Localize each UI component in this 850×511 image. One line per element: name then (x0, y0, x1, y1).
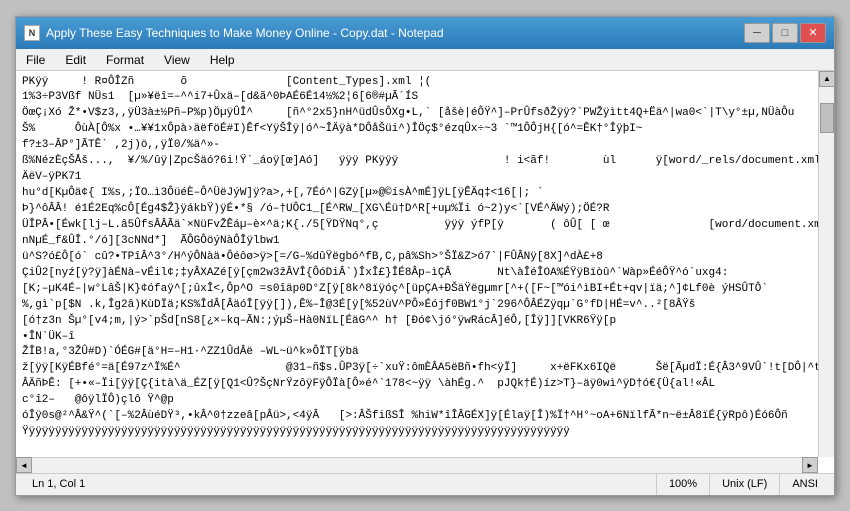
scroll-left-button[interactable]: ◄ (16, 457, 32, 473)
horizontal-scrollbar[interactable]: ◄ ► (16, 457, 818, 473)
status-bar: Ln 1, Col 1 100% Unix (LF) ANSI (16, 473, 834, 495)
line-ending: Unix (LF) (722, 478, 767, 490)
zoom-level: 100% (669, 478, 697, 490)
menu-help[interactable]: Help (200, 51, 245, 68)
scroll-thumb-vertical[interactable] (820, 103, 834, 133)
scroll-right-button[interactable]: ► (802, 457, 818, 473)
cursor-position: Ln 1, Col 1 (32, 478, 85, 490)
minimize-button[interactable]: ─ (744, 23, 770, 43)
menu-bar: File Edit Format View Help (16, 49, 834, 71)
app-icon: N (24, 25, 40, 41)
content-area: PKÿÿ ! R¤ÔÎZñ õ [Content_Types].xml ¦( 1… (16, 71, 834, 473)
menu-edit[interactable]: Edit (55, 51, 96, 68)
text-editor[interactable]: PKÿÿ ! R¤ÔÎZñ õ [Content_Types].xml ¦( 1… (16, 71, 834, 473)
encoding: ANSI (792, 478, 818, 490)
vertical-scrollbar[interactable]: ▲ (818, 71, 834, 457)
main-window: N Apply These Easy Techniques to Make Mo… (15, 16, 835, 496)
status-position: Ln 1, Col 1 (20, 474, 657, 495)
title-bar: N Apply These Easy Techniques to Make Mo… (16, 17, 834, 49)
menu-format[interactable]: Format (96, 51, 154, 68)
menu-view[interactable]: View (154, 51, 200, 68)
status-line-ending: Unix (LF) (710, 474, 780, 495)
window-title: Apply These Easy Techniques to Make Mone… (46, 26, 444, 40)
close-button[interactable]: ✕ (800, 23, 826, 43)
title-bar-left: N Apply These Easy Techniques to Make Mo… (24, 25, 444, 41)
menu-file[interactable]: File (16, 51, 55, 68)
status-encoding: ANSI (780, 474, 830, 495)
maximize-button[interactable]: □ (772, 23, 798, 43)
window-controls: ─ □ ✕ (744, 23, 826, 43)
scroll-up-button[interactable]: ▲ (819, 71, 834, 87)
status-zoom: 100% (657, 474, 710, 495)
